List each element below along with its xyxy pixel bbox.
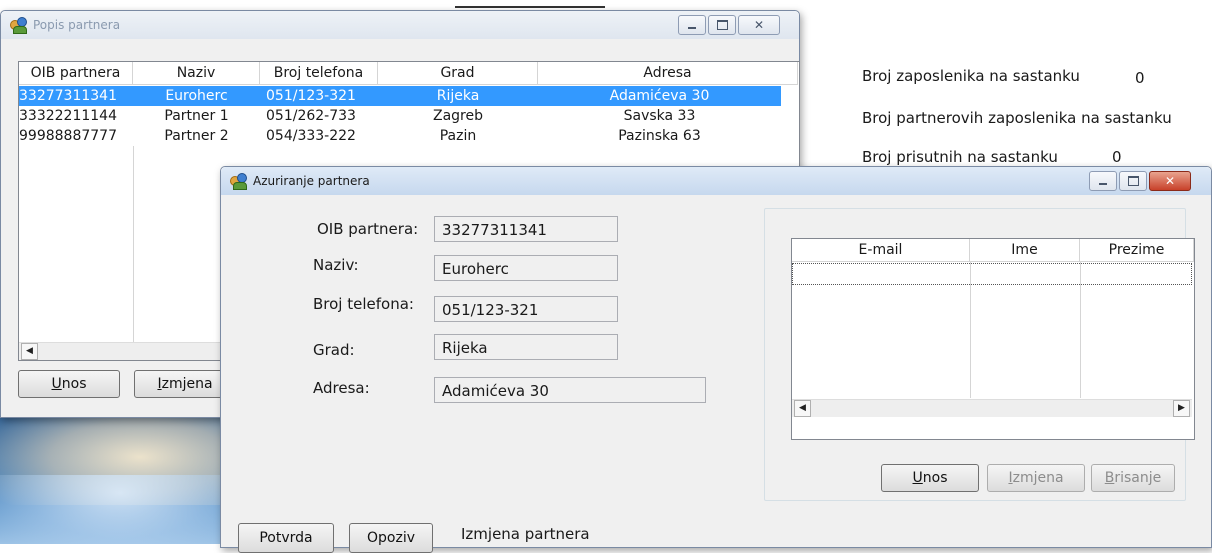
edit-partner-window: Azuriranje partnera ✕ OIB partnera: 3327… xyxy=(220,166,1212,553)
cell-oib: 33322211144 xyxy=(19,108,117,124)
attendees-count-value: 0 xyxy=(1112,148,1122,166)
maximize-button[interactable] xyxy=(708,15,736,35)
column-header-prezime[interactable]: Prezime xyxy=(1080,239,1194,262)
title-bar[interactable]: Popis partnera ✕ xyxy=(1,11,799,39)
column-header-email[interactable]: E-mail xyxy=(792,239,970,262)
cell-naziv: Euroherc xyxy=(165,88,228,104)
close-button[interactable]: ✕ xyxy=(738,15,780,35)
mode-label: Izmjena partnera xyxy=(461,525,590,543)
grad-field[interactable]: Rijeka xyxy=(434,334,618,360)
partners-icon xyxy=(230,173,248,190)
table-row[interactable]: 33322211144 Partner 1 051/262-733 Zagreb… xyxy=(19,106,781,126)
column-divider xyxy=(970,262,971,398)
cell-naziv: Partner 2 xyxy=(164,128,229,144)
close-button[interactable]: ✕ xyxy=(1149,171,1191,191)
scroll-left-icon[interactable]: ◀ xyxy=(794,400,811,417)
close-icon: ✕ xyxy=(1164,174,1176,188)
cell-oib: 99988887777 xyxy=(19,128,117,144)
background-window-strip xyxy=(0,0,610,10)
oib-label: OIB partnera: xyxy=(317,220,419,238)
minimize-icon xyxy=(1099,183,1107,185)
cell-telefon: 054/333-222 xyxy=(266,128,356,144)
employees-count-label: Broj zaposlenika na sastanku xyxy=(862,67,1080,85)
maximize-button[interactable] xyxy=(1119,171,1147,191)
attendees-count-label: Broj prisutnih na sastanku xyxy=(862,148,1058,166)
partner-employees-count-label: Broj partnerovih zaposlenika na sastanku xyxy=(862,109,1172,127)
column-header-grad[interactable]: Grad xyxy=(378,62,538,85)
window-title: Popis partnera xyxy=(33,18,121,32)
close-icon: ✕ xyxy=(753,18,765,32)
oib-field[interactable]: 33277311341 xyxy=(434,216,618,242)
background-divider xyxy=(455,6,605,8)
title-bar[interactable]: Azuriranje partnera ✕ xyxy=(221,167,1211,195)
scroll-right-icon[interactable]: ▶ xyxy=(1173,400,1190,417)
desktop-wallpaper xyxy=(0,415,230,544)
adresa-field[interactable]: Adamićeva 30 xyxy=(434,377,706,403)
minimize-button[interactable] xyxy=(678,15,706,35)
cell-adresa: Adamićeva 30 xyxy=(609,88,710,104)
cell-oib: 33277311341 xyxy=(19,88,117,104)
cell-grad: Zagreb xyxy=(432,108,483,124)
telefon-label: Broj telefona: xyxy=(313,295,414,313)
column-header-oib[interactable]: OIB partnera xyxy=(19,62,133,85)
contacts-groupbox: E-mail Ime Prezime ◀ ▶ Unos Izmjena Bris… xyxy=(764,208,1195,501)
maximize-icon xyxy=(1127,176,1139,186)
minimize-icon xyxy=(688,27,696,29)
cell-grad: Pazin xyxy=(439,128,477,144)
horizontal-scrollbar[interactable]: ◀ ▶ xyxy=(792,399,1192,417)
contact-izmjena-button[interactable]: Izmjena xyxy=(987,464,1085,492)
horizontal-scrollbar[interactable]: ◀ xyxy=(19,342,234,360)
column-divider xyxy=(1080,262,1081,398)
contacts-listview[interactable]: E-mail Ime Prezime ◀ ▶ xyxy=(791,238,1195,440)
cell-telefon: 051/123-321 xyxy=(266,88,356,104)
table-row[interactable]: 99988887777 Partner 2 054/333-222 Pazin … xyxy=(19,126,781,146)
maximize-icon xyxy=(716,20,728,30)
window-body: OIB partnera: 33277311341 Naziv: Euroher… xyxy=(221,195,1211,553)
cell-telefon: 051/262-733 xyxy=(266,108,356,124)
cell-grad: Rijeka xyxy=(436,88,480,104)
partners-icon xyxy=(10,17,28,34)
potvrda-button[interactable]: Potvrda xyxy=(238,523,334,553)
grad-label: Grad: xyxy=(313,341,355,359)
table-row[interactable]: 33277311341 Euroherc 051/123-321 Rijeka … xyxy=(19,86,781,106)
minimize-button[interactable] xyxy=(1089,171,1117,191)
column-divider xyxy=(133,146,134,360)
window-title: Azuriranje partnera xyxy=(253,174,370,188)
unos-button[interactable]: Unos xyxy=(18,370,120,398)
column-header-telefon[interactable]: Broj telefona xyxy=(260,62,378,85)
cell-adresa: Savska 33 xyxy=(623,108,696,124)
cell-adresa: Pazinska 63 xyxy=(618,128,701,144)
employees-count-value: 0 xyxy=(1135,69,1145,87)
focus-row[interactable] xyxy=(792,263,1192,285)
opoziv-button[interactable]: Opoziv xyxy=(349,523,433,553)
column-header-naziv[interactable]: Naziv xyxy=(133,62,260,85)
naziv-label: Naziv: xyxy=(313,256,359,274)
naziv-field[interactable]: Euroherc xyxy=(434,255,618,281)
contact-brisanje-button[interactable]: Brisanje xyxy=(1091,464,1175,492)
column-header-ime[interactable]: Ime xyxy=(970,239,1080,262)
telefon-field[interactable]: 051/123-321 xyxy=(434,296,618,322)
contact-unos-button[interactable]: Unos xyxy=(881,464,979,492)
cell-naziv: Partner 1 xyxy=(164,108,229,124)
column-header-adresa[interactable]: Adresa xyxy=(538,62,798,85)
adresa-label: Adresa: xyxy=(313,379,370,397)
scroll-left-icon[interactable]: ◀ xyxy=(21,343,38,360)
